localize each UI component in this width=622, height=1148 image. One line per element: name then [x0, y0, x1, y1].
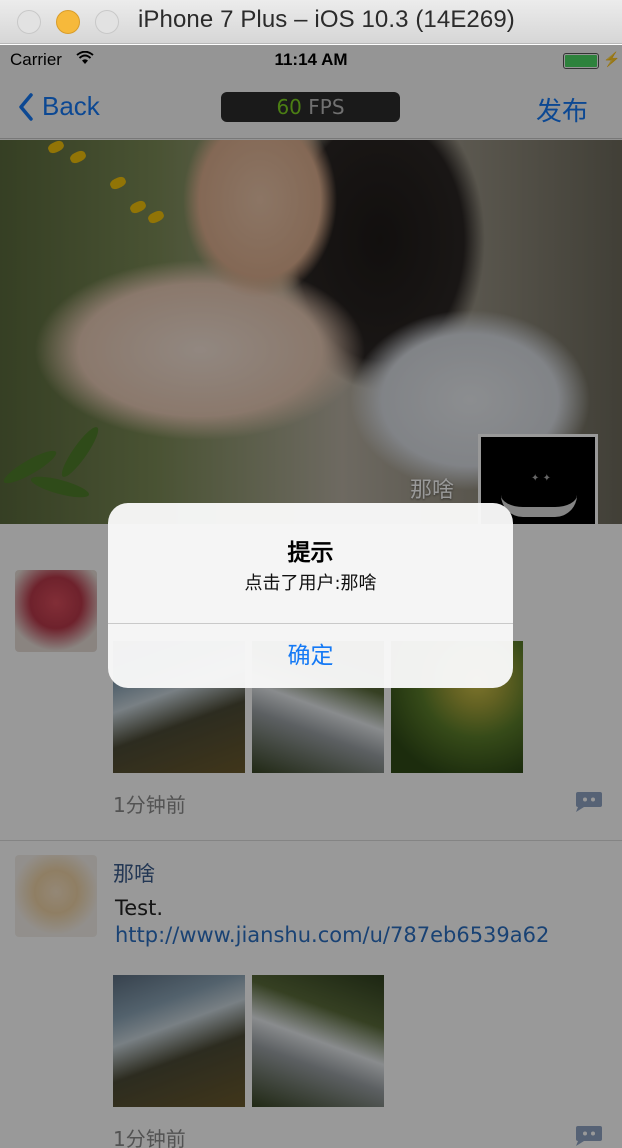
window-close-button[interactable]	[17, 10, 41, 34]
window-title: iPhone 7 Plus – iOS 10.3 (14E269)	[138, 6, 515, 33]
alert-dialog: 提示 点击了用户:那啥 确定	[108, 503, 513, 688]
alert-title: 提示	[287, 540, 334, 566]
simulator-title-bar: iPhone 7 Plus – iOS 10.3 (14E269)	[0, 0, 622, 44]
window-zoom-button[interactable]	[95, 10, 119, 34]
window-minimize-button[interactable]	[56, 10, 80, 34]
alert-message: 点击了用户:那啥	[244, 573, 377, 594]
alert-confirm-button[interactable]: 确定	[108, 624, 513, 688]
phone-screen: Carrier 11:14 AM ⚡ Back 60 FPS 发布 那啥 ✦ ✦…	[0, 45, 622, 1148]
